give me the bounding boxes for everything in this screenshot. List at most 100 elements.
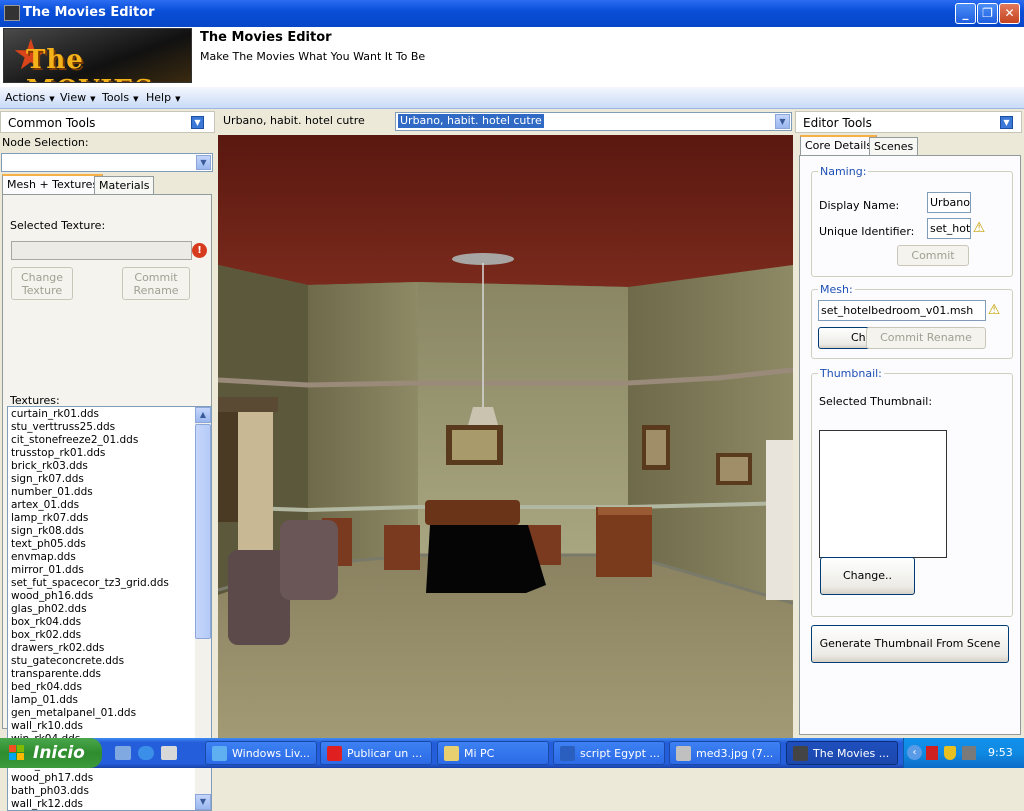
taskbar-task-button[interactable]: script Egypt ... xyxy=(553,741,665,765)
start-button[interactable]: Inicio xyxy=(0,738,102,768)
menu-view[interactable]: View ▼ xyxy=(60,91,96,104)
texture-list-item[interactable]: wood_ph17.dds xyxy=(8,772,211,785)
texture-list-item[interactable]: box_rk02.dds xyxy=(8,629,211,642)
taskbar-task-button[interactable]: Publicar un ... xyxy=(320,741,432,765)
texture-list-item[interactable]: number_01.dds xyxy=(8,486,211,499)
common-tools-header: Common Tools ▼ xyxy=(0,111,215,133)
texture-list-item[interactable]: gen_metalpanel_01.dds xyxy=(8,707,211,720)
commit-rename-button[interactable]: Commit Rename xyxy=(122,267,190,300)
unique-identifier-field[interactable]: set_hote xyxy=(927,218,971,239)
3d-scene-viewport[interactable] xyxy=(218,135,793,738)
texture-list-item[interactable]: wood_ph16.dds xyxy=(8,590,211,603)
warning-icon: ⚠ xyxy=(987,302,1001,318)
texture-list-item[interactable]: lamp_01.dds xyxy=(8,694,211,707)
change-thumbnail-button[interactable]: Change.. xyxy=(820,557,915,595)
texture-list-item[interactable]: wall_rk12.dds xyxy=(8,798,211,810)
texture-list-item[interactable]: box_rk04.dds xyxy=(8,616,211,629)
taskbar-task-button[interactable]: med3.jpg (7... xyxy=(669,741,781,765)
scene-view-panel: Urbano, habit. hotel cutre Urbano, habit… xyxy=(217,111,793,738)
texture-list-item[interactable]: lamp_rk07.dds xyxy=(8,512,211,525)
texture-list-item[interactable]: bath_ph03.dds xyxy=(8,785,211,798)
naming-group: Naming: Display Name: Urbano, Unique Ide… xyxy=(811,165,1013,277)
node-selection-label: Node Selection: xyxy=(2,136,89,149)
antivirus-icon[interactable] xyxy=(926,746,938,760)
node-selection-dropdown[interactable]: ▼ xyxy=(1,153,213,172)
chevron-down-icon: ▼ xyxy=(133,95,139,103)
texture-list-item[interactable]: drawers_rk02.dds xyxy=(8,642,211,655)
generate-thumbnail-button[interactable]: Generate Thumbnail From Scene xyxy=(811,625,1009,663)
pin-icon[interactable]: ▼ xyxy=(1000,116,1013,129)
security-shield-icon[interactable] xyxy=(944,746,956,760)
mesh-file-field[interactable]: set_hotelbedroom_v01.msh xyxy=(818,300,986,321)
app-icon xyxy=(4,5,20,21)
network-icon[interactable] xyxy=(962,746,976,760)
texture-list-item[interactable]: stu_verttruss25.dds xyxy=(8,421,211,434)
scroll-thumb[interactable] xyxy=(195,424,211,639)
the-movies-logo: ★ The MOVIES xyxy=(3,28,192,83)
texture-list-item[interactable]: text_ph05.dds xyxy=(8,538,211,551)
change-texture-button[interactable]: Change Texture xyxy=(11,267,73,300)
panel-title: Editor Tools xyxy=(803,116,872,130)
editor-tools-header: Editor Tools ▼ xyxy=(795,111,1022,133)
mesh-textures-page: Selected Texture: ! Change Texture Commi… xyxy=(2,194,212,811)
taskbar-task-button[interactable]: Mi PC xyxy=(437,741,549,765)
chevron-down-icon[interactable]: ▼ xyxy=(196,155,211,170)
texture-list-item[interactable]: transparente.dds xyxy=(8,668,211,681)
task-app-icon xyxy=(212,746,227,761)
panel-title: Common Tools xyxy=(8,116,96,130)
menu-actions[interactable]: Actions ▼ xyxy=(5,91,55,104)
minimize-button[interactable]: _ xyxy=(955,3,976,24)
texture-list-item[interactable]: mirror_01.dds xyxy=(8,564,211,577)
texture-list-item[interactable]: glas_ph02.dds xyxy=(8,603,211,616)
unique-identifier-label: Unique Identifier: xyxy=(819,225,915,238)
menu-tools[interactable]: Tools ▼ xyxy=(102,91,139,104)
task-label: Publicar un ... xyxy=(347,747,423,760)
task-app-icon xyxy=(676,746,691,761)
texture-list-item[interactable]: cit_stonefreeze2_01.dds xyxy=(8,434,211,447)
pin-icon[interactable]: ▼ xyxy=(191,116,204,129)
internet-explorer-icon[interactable] xyxy=(138,746,154,760)
tab-mesh-textures[interactable]: Mesh + Textures xyxy=(2,174,104,195)
texture-list-item[interactable]: artex_01.dds xyxy=(8,499,211,512)
maximize-button[interactable]: ❐ xyxy=(977,3,998,24)
set-selector-value: Urbano, habit. hotel cutre xyxy=(398,114,544,128)
task-label: The Movies ... xyxy=(813,747,890,760)
chevron-down-icon[interactable]: ▼ xyxy=(775,114,790,129)
texture-list-item[interactable]: trusstop_rk01.dds xyxy=(8,447,211,460)
menu-help[interactable]: Help ▼ xyxy=(146,91,180,104)
title-bar[interactable]: The Movies Editor _ ❐ ✕ xyxy=(0,0,1024,27)
quicklaunch-app-icon[interactable] xyxy=(161,746,177,760)
scroll-down-icon[interactable]: ▼ xyxy=(195,794,211,810)
texture-list-item[interactable]: curtain_rk01.dds xyxy=(8,408,211,421)
close-button[interactable]: ✕ xyxy=(999,3,1020,24)
set-title: Urbano, habit. hotel cutre xyxy=(223,114,365,127)
chevron-down-icon: ▼ xyxy=(49,95,55,103)
taskbar-task-button[interactable]: The Movies ... xyxy=(786,741,898,765)
commit-button[interactable]: Commit xyxy=(897,245,969,266)
windows-flag-icon xyxy=(9,745,25,761)
taskbar-task-button[interactable]: Windows Liv... xyxy=(205,741,317,765)
show-desktop-icon[interactable] xyxy=(115,746,131,760)
texture-list-item[interactable]: stu_gateconcrete.dds xyxy=(8,655,211,668)
texture-list-item[interactable]: sign_rk07.dds xyxy=(8,473,211,486)
texture-list-item[interactable]: bed_rk04.dds xyxy=(8,681,211,694)
texture-list-item[interactable]: wall_rk10.dds xyxy=(8,720,211,733)
scroll-up-icon[interactable]: ▲ xyxy=(195,407,211,423)
set-selector-dropdown[interactable]: Urbano, habit. hotel cutre ▼ xyxy=(395,112,792,131)
display-name-field[interactable]: Urbano, xyxy=(927,192,971,213)
app-name: The Movies Editor xyxy=(200,30,332,45)
texture-list-item[interactable]: brick_rk03.dds xyxy=(8,460,211,473)
tab-scenes[interactable]: Scenes xyxy=(869,137,919,156)
main-window: The Movies Editor _ ❐ ✕ ★ The MOVIES The… xyxy=(0,0,1024,811)
tab-core-details[interactable]: Core Details xyxy=(800,135,878,156)
tray-expand-icon[interactable]: ‹ xyxy=(907,745,922,760)
task-app-icon xyxy=(327,746,342,761)
core-details-page: Naming: Display Name: Urbano, Unique Ide… xyxy=(799,155,1021,735)
tab-materials[interactable]: Materials xyxy=(94,176,155,195)
task-label: script Egypt ... xyxy=(580,747,660,760)
commit-rename-mesh-button[interactable]: Commit Rename xyxy=(866,327,986,349)
texture-list-item[interactable]: set_fut_spacecor_tz3_grid.dds xyxy=(8,577,211,590)
texture-list-item[interactable]: envmap.dds xyxy=(8,551,211,564)
task-label: Mi PC xyxy=(464,747,495,760)
texture-list-item[interactable]: sign_rk08.dds xyxy=(8,525,211,538)
